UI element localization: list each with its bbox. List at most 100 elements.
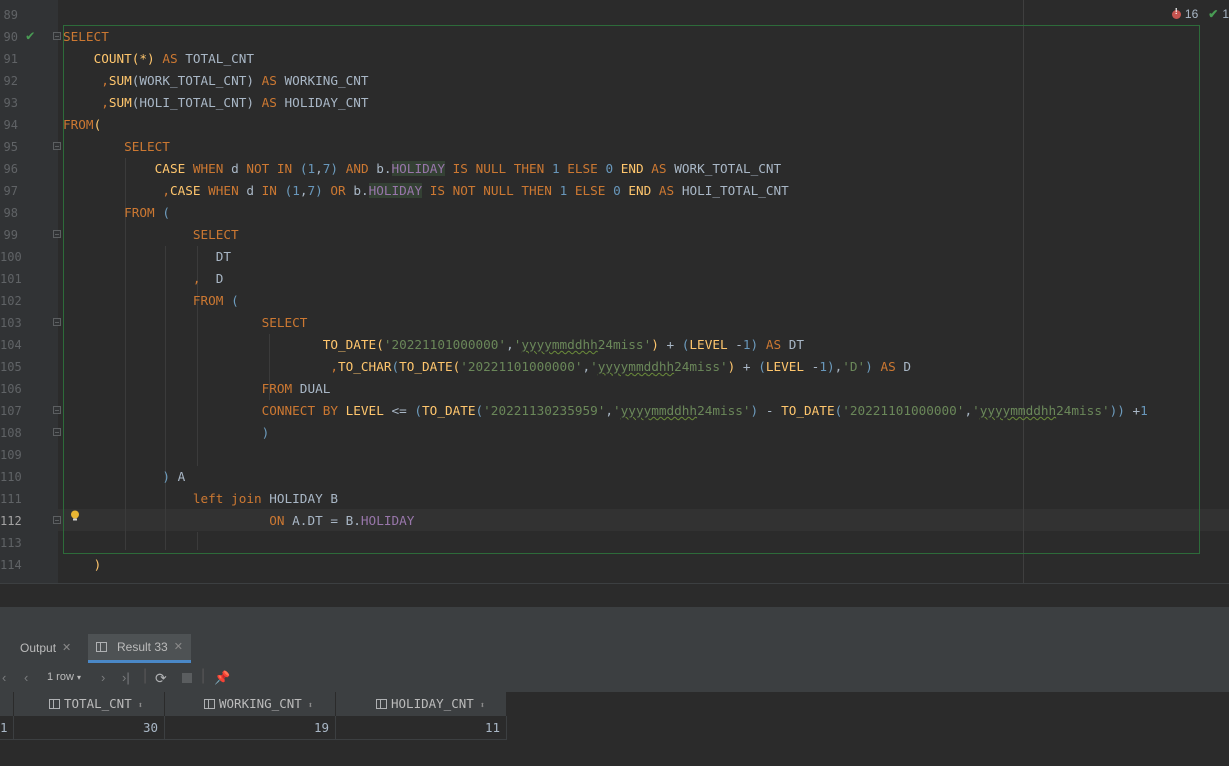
code-line: left join HOLIDAY B <box>192 491 338 506</box>
refresh-icon[interactable]: ⟳ <box>155 670 167 686</box>
column-header[interactable]: TOTAL_CNT ⬍ <box>14 692 165 716</box>
line-number: 107 <box>0 404 22 418</box>
row-count: 1 row <box>47 671 74 683</box>
code-line: TO_DATE('20221101000000','yyyymmddhh24mi… <box>322 337 805 352</box>
pin-icon[interactable]: 📌 <box>214 670 230 686</box>
line-number: 93 <box>3 96 18 110</box>
fold-marker-icon[interactable] <box>53 516 61 524</box>
error-icon <box>1171 7 1181 19</box>
code-line: SELECT <box>261 315 308 330</box>
lightbulb-icon[interactable] <box>70 510 80 522</box>
code-line: ON A.DT = B.HOLIDAY <box>269 513 415 528</box>
toolbar-divider: | <box>201 667 206 684</box>
fold-marker-icon[interactable] <box>53 230 61 238</box>
previous-page-icon[interactable]: ‹ <box>24 670 28 686</box>
table-cell[interactable]: 19 <box>165 716 336 740</box>
code-line: SELECT <box>63 29 109 44</box>
line-number: 92 <box>3 74 18 88</box>
stop-icon[interactable] <box>182 673 192 683</box>
line-number: 99 <box>3 228 18 242</box>
tab-result[interactable]: Result 33 ✕ <box>88 634 191 663</box>
fold-marker-icon[interactable] <box>53 406 61 414</box>
line-number: 104 <box>0 338 22 352</box>
column-header-label: HOLIDAY_CNT <box>391 696 474 711</box>
code-line: FROM ( <box>192 293 239 308</box>
first-page-icon[interactable]: ‹ <box>2 670 6 686</box>
close-icon[interactable]: ✕ <box>174 633 183 662</box>
ok-count: 1 <box>1222 7 1229 21</box>
line-number: 96 <box>3 162 18 176</box>
result-grid[interactable]: TOTAL_CNT ⬍ WORKING_CNT ⬍ HOLIDAY_CNT ⬍ 1 3… <box>0 692 1229 766</box>
table-cell[interactable]: 11 <box>336 716 507 740</box>
column-header-label: WORKING_CNT <box>219 696 302 711</box>
fold-marker-icon[interactable] <box>53 142 61 150</box>
line-number: 108 <box>0 426 22 440</box>
code-line: CASE WHEN d NOT IN (1,7) AND b.HOLIDAY I… <box>154 161 782 176</box>
panel-splitter[interactable] <box>0 607 1229 634</box>
column-header-label: TOTAL_CNT <box>64 696 132 711</box>
line-number: 111 <box>0 492 22 506</box>
column-icon <box>376 699 387 709</box>
line-number: 102 <box>0 294 22 308</box>
line-number: 90 <box>3 30 18 44</box>
code-line: ,TO_CHAR(TO_DATE('20221101000000','yyyym… <box>330 359 911 374</box>
code-line: FROM DUAL <box>261 381 331 396</box>
result-toolbar: ‹ ‹ 1 row ▾ › ›| | ⟳ | 📌 <box>0 663 1229 693</box>
line-number: 106 <box>0 382 22 396</box>
line-number: 109 <box>0 448 22 462</box>
column-header[interactable]: WORKING_CNT ⬍ <box>165 692 336 716</box>
column-header[interactable]: HOLIDAY_CNT ⬍ <box>336 692 507 716</box>
code-line: CONNECT BY LEVEL <= (TO_DATE('2022113023… <box>261 403 1148 418</box>
line-number: 110 <box>0 470 22 484</box>
line-number: 103 <box>0 316 22 330</box>
line-number: 105 <box>0 360 22 374</box>
line-number: 98 <box>3 206 18 220</box>
sort-icon[interactable]: ⬍ <box>480 701 485 711</box>
inspection-widget[interactable]: 16 ✔ 1 <box>1171 6 1229 22</box>
line-number: 113 <box>0 536 22 550</box>
code-line: SELECT <box>124 139 170 154</box>
row-count-select[interactable]: 1 row ▾ <box>47 671 81 683</box>
table-cell[interactable]: 30 <box>14 716 165 740</box>
fold-marker-icon[interactable] <box>53 428 61 436</box>
code-line: , D <box>192 271 224 286</box>
code-line: SELECT <box>192 227 239 242</box>
next-page-icon[interactable]: › <box>101 670 105 686</box>
code-line: COUNT(*) AS TOTAL_CNT <box>93 51 254 66</box>
close-icon[interactable]: ✕ <box>62 634 71 663</box>
column-icon <box>204 699 215 709</box>
editor-bottom-area <box>0 583 1229 608</box>
line-number: 89 <box>3 8 18 22</box>
table-icon <box>96 642 107 652</box>
sort-icon[interactable]: ⬍ <box>308 701 313 711</box>
row-header-corner <box>0 692 14 716</box>
fold-marker-icon[interactable] <box>53 318 61 326</box>
error-count: 16 <box>1184 7 1199 21</box>
code-line: FROM( <box>63 117 102 132</box>
code-line: ,SUM(HOLI_TOTAL_CNT) AS HOLIDAY_CNT <box>101 95 369 110</box>
last-page-icon[interactable]: ›| <box>122 670 130 686</box>
sort-icon[interactable]: ⬍ <box>138 701 143 711</box>
tab-label: Result 33 <box>117 639 168 654</box>
toolbar-divider: | <box>143 667 148 684</box>
code-line: ,SUM(WORK_TOTAL_CNT) AS WORKING_CNT <box>101 73 369 88</box>
line-number: 94 <box>3 118 18 132</box>
chevron-down-icon: ▾ <box>76 673 81 682</box>
line-number: 112 <box>0 514 22 528</box>
row-number[interactable]: 1 <box>0 716 14 740</box>
line-number: 91 <box>3 52 18 66</box>
code-line: DT <box>63 249 232 264</box>
tab-output[interactable]: Output ✕ <box>0 634 71 663</box>
tool-window-tabs: Output ✕ Result 33 ✕ <box>0 634 1229 664</box>
line-number: 101 <box>0 272 22 286</box>
code-line: ) <box>261 425 270 440</box>
code-line: ) A <box>162 469 186 484</box>
indent-guide <box>197 532 198 550</box>
code-line: ) <box>93 557 102 572</box>
line-number: 97 <box>3 184 18 198</box>
statement-ok-icon[interactable]: ✔ <box>26 28 34 44</box>
line-number: 100 <box>0 250 22 264</box>
fold-marker-icon[interactable] <box>53 32 61 40</box>
code-line: ,CASE WHEN d IN (1,7) OR b.HOLIDAY IS NO… <box>162 183 789 198</box>
sql-editor[interactable]: 89 90 91 92 93 94 95 96 97 98 99 100 101… <box>0 0 1229 583</box>
